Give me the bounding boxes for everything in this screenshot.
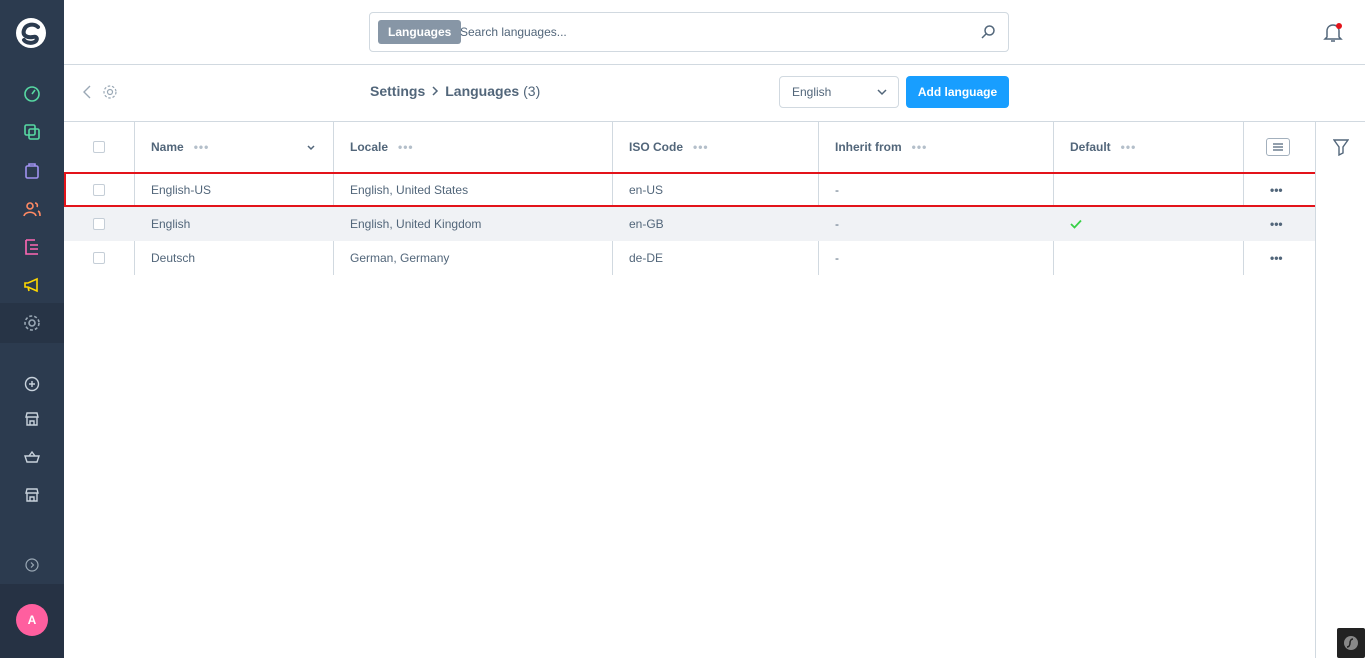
select-all-checkbox[interactable]: [93, 141, 105, 153]
shopware-logo-icon[interactable]: [14, 16, 48, 50]
row-select-cell: [93, 241, 105, 275]
cell-inherit: -: [835, 251, 839, 265]
table-row[interactable]: English-US English, United States en-US …: [64, 173, 1316, 207]
cell-inherit: -: [835, 183, 839, 197]
breadcrumb-parent[interactable]: Settings: [370, 83, 425, 99]
language-grid: Name ••• Locale ••• ISO Code ••• Inherit…: [64, 122, 1316, 275]
storefront-2-icon[interactable]: [21, 484, 43, 506]
cell-name[interactable]: Deutsch: [151, 241, 195, 275]
cell-name[interactable]: English-US: [151, 173, 211, 207]
marketing-icon[interactable]: [21, 274, 43, 296]
add-language-button[interactable]: Add language: [906, 76, 1009, 108]
language-select-value: English: [792, 85, 832, 99]
cell-locale: English, United Kingdom: [350, 217, 482, 231]
filter-icon[interactable]: [1333, 138, 1349, 156]
symfony-toolbar-icon[interactable]: [1337, 628, 1365, 658]
cell-default: [1070, 207, 1082, 241]
column-settings-button[interactable]: [1266, 138, 1290, 156]
column-header-label: Default: [1070, 140, 1111, 154]
cell-iso: en-US: [629, 183, 664, 197]
column-header-inherit[interactable]: Inherit from •••: [835, 122, 927, 172]
search-input[interactable]: [460, 22, 960, 42]
cell-name[interactable]: English: [151, 207, 190, 241]
breadcrumb: Settings Languages (3): [370, 83, 540, 99]
column-header-locale[interactable]: Locale •••: [350, 122, 414, 172]
cell-locale: English, United States: [350, 183, 469, 197]
row-checkbox[interactable]: [93, 218, 105, 230]
column-header-name[interactable]: Name •••: [151, 122, 316, 172]
grid-header: Name ••• Locale ••• ISO Code ••• Inherit…: [64, 122, 1316, 173]
checkmark-icon: [1070, 219, 1082, 229]
page-count: (3): [523, 83, 541, 99]
column-menu-icon[interactable]: •••: [398, 140, 414, 154]
smart-bar: Settings Languages (3) English Add langu…: [64, 65, 1365, 122]
column-menu-icon[interactable]: •••: [194, 140, 210, 154]
storefront-icon[interactable]: [21, 408, 43, 430]
settings-small-icon: [103, 85, 117, 99]
column-header-label: Name: [151, 140, 184, 154]
user-avatar[interactable]: A: [16, 604, 48, 636]
page-title: Languages: [445, 83, 520, 99]
column-header-label: ISO Code: [629, 140, 684, 154]
basket-icon[interactable]: [21, 446, 43, 468]
row-checkbox[interactable]: [93, 184, 105, 196]
search-icon[interactable]: [980, 24, 996, 40]
sidebar: A: [0, 0, 64, 658]
chevron-down-icon: [877, 89, 887, 96]
row-actions-button[interactable]: •••: [1270, 173, 1283, 207]
row-actions-button[interactable]: •••: [1270, 207, 1283, 241]
cell-inherit: -: [835, 217, 839, 231]
select-all-cell: [93, 122, 105, 172]
search-bar: Languages: [369, 12, 1009, 52]
language-select[interactable]: English: [779, 76, 899, 108]
column-menu-icon[interactable]: •••: [912, 140, 928, 154]
collapse-sidebar-icon[interactable]: [21, 554, 43, 576]
list-icon: [1273, 143, 1283, 151]
top-bar: Languages: [64, 0, 1365, 65]
cell-locale: German, Germany: [350, 251, 450, 265]
column-menu-icon[interactable]: •••: [1121, 140, 1137, 154]
customers-icon[interactable]: [21, 198, 43, 220]
settings-gear-icon[interactable]: [21, 312, 43, 334]
notification-bell-icon[interactable]: [1323, 22, 1343, 44]
symfony-logo-icon: [1344, 636, 1358, 650]
filter-sidebar: [1315, 122, 1365, 658]
column-header-label: Inherit from: [835, 140, 902, 154]
row-actions-button[interactable]: •••: [1270, 241, 1283, 275]
column-menu-icon[interactable]: •••: [693, 140, 709, 154]
column-header-label: Locale: [350, 140, 389, 154]
table-row[interactable]: Deutsch German, Germany de-DE - •••: [64, 241, 1316, 275]
column-header-default[interactable]: Default •••: [1070, 122, 1136, 172]
row-checkbox[interactable]: [93, 252, 105, 264]
breadcrumb-chevron-icon: [432, 86, 439, 96]
search-type-badge[interactable]: Languages: [378, 20, 462, 44]
dashboard-icon[interactable]: [21, 83, 43, 105]
table-row[interactable]: English English, United Kingdom en-GB - …: [64, 207, 1316, 241]
back-arrow-icon[interactable]: [80, 84, 94, 100]
add-sales-channel-icon[interactable]: [21, 373, 43, 395]
column-header-iso[interactable]: ISO Code •••: [629, 122, 709, 172]
content-icon[interactable]: [21, 236, 43, 258]
orders-icon[interactable]: [21, 160, 43, 182]
cell-iso: de-DE: [629, 251, 664, 265]
row-select-cell: [93, 207, 105, 241]
cell-iso: en-GB: [629, 217, 664, 231]
row-select-cell: [93, 173, 105, 207]
catalogue-icon[interactable]: [21, 121, 43, 143]
sort-chevron-icon[interactable]: [306, 143, 316, 153]
